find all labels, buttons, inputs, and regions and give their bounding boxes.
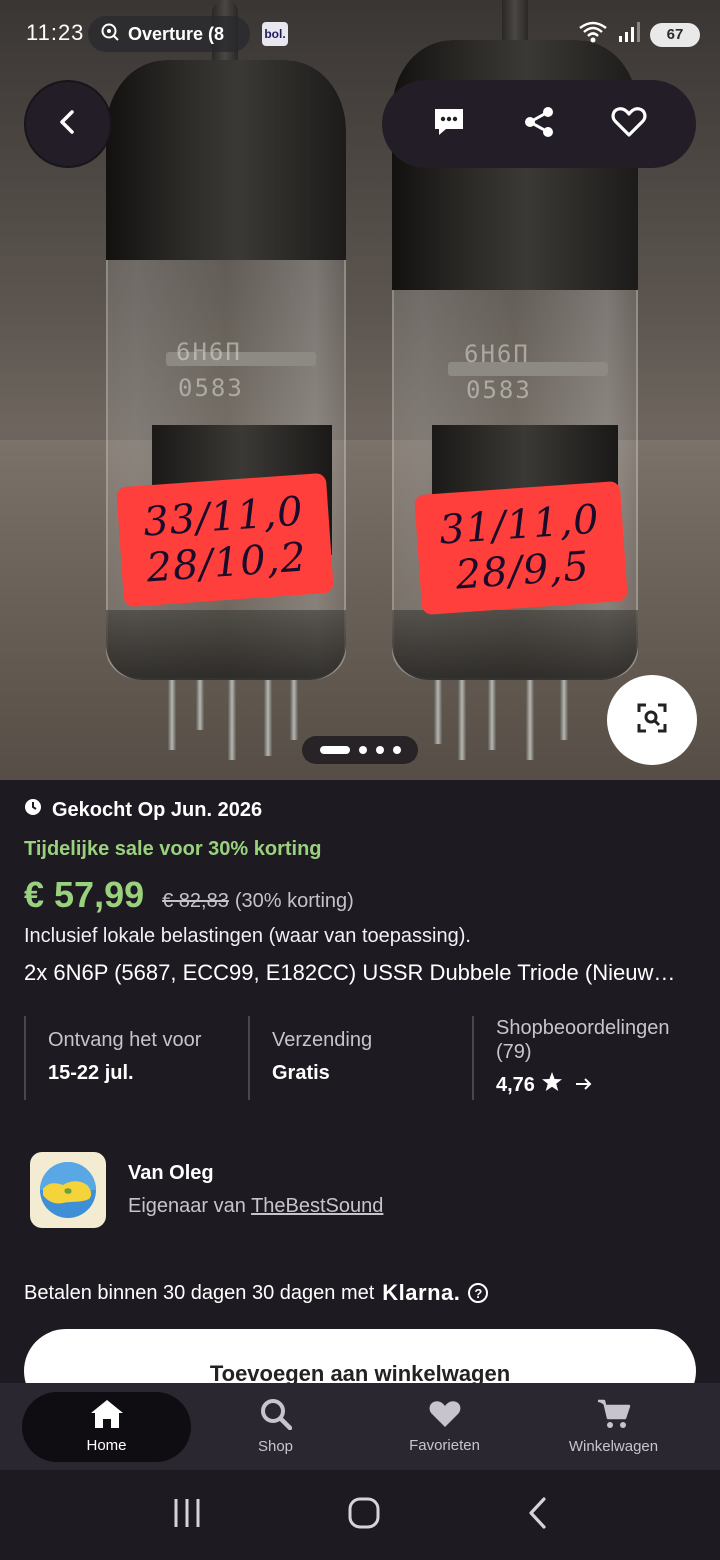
sticker-right: 31/11,0 28/9,5 — [414, 480, 628, 616]
purchased-text: Gekocht Op Jun. 2026 — [52, 798, 263, 821]
sticker-right-line2: 28/9,5 — [454, 543, 592, 599]
shop-avatar[interactable] — [30, 1152, 106, 1228]
pager-dot-active[interactable] — [319, 746, 350, 754]
battery-indicator: 67 — [650, 22, 700, 47]
vacuum-tube-left: 6Н6П 0583 33/11,0 28/10,2 — [106, 0, 346, 680]
tube-serial-right: 0583 — [466, 376, 532, 404]
nav-favorites[interactable]: Favorieten — [360, 1392, 529, 1462]
product-details: Gekocht Op Jun. 2026 Tijdelijke sale voo… — [0, 780, 720, 1413]
recent-apps-button[interactable] — [172, 1497, 202, 1534]
delivery-value: 15-22 jul. — [48, 1062, 134, 1084]
chat-icon — [432, 106, 466, 143]
sticker-left-line2: 28/10,2 — [144, 534, 309, 592]
back-button[interactable] — [24, 80, 112, 168]
star-icon — [541, 1072, 563, 1098]
current-price: € 57,99 — [24, 874, 145, 915]
nav-favorites-label: Favorieten — [409, 1437, 480, 1454]
signal-icon — [618, 21, 640, 48]
image-pager[interactable] — [302, 736, 418, 764]
status-time: 11:23 — [26, 20, 85, 45]
shipping-info: Verzending Gratis — [248, 1016, 472, 1100]
nav-cart[interactable]: Winkelwagen — [529, 1392, 698, 1462]
arrow-right-icon — [575, 1074, 593, 1097]
tube-print-right: 6Н6П — [464, 340, 530, 368]
delivery-info: Ontvang het voor 15-22 jul. — [24, 1016, 248, 1100]
visual-search-button[interactable] — [607, 675, 697, 765]
notification-app-name: Overture (8 — [128, 23, 225, 44]
status-bar: 11:23 Overture (8 bol. 67 — [0, 0, 720, 70]
reviews-value-row[interactable]: 4,76 — [496, 1072, 696, 1098]
favorite-button[interactable] — [601, 96, 657, 152]
shipping-value: Gratis — [272, 1062, 330, 1084]
pager-dot[interactable] — [358, 746, 367, 754]
delivery-label: Ontvang het voor — [48, 1029, 202, 1051]
back-system-button[interactable] — [526, 1496, 548, 1535]
seller-card[interactable]: Van Oleg Eigenaar van TheBestSound — [30, 1152, 383, 1228]
pager-dot[interactable] — [392, 746, 401, 754]
tube-serial-left: 0583 — [178, 374, 244, 402]
cart-icon — [597, 1398, 631, 1434]
system-navigation-bar — [0, 1470, 720, 1560]
original-price: € 82,83 — [162, 890, 229, 912]
info-grid: Ontvang het voor 15-22 jul. Verzending G… — [24, 1016, 696, 1100]
chevron-left-icon — [56, 108, 80, 141]
nav-home[interactable]: Home — [22, 1391, 191, 1462]
price-row: € 57,99 € 82,83 (30% korting) — [24, 874, 354, 916]
search-icon — [100, 22, 120, 47]
bottom-navigation: Home Shop Favorieten Winkelwagen — [0, 1383, 720, 1470]
nav-shop-label: Shop — [257, 1438, 294, 1455]
klarna-logo: Klarna. — [382, 1280, 461, 1305]
tube-print-left: 6Н6П — [176, 338, 242, 366]
search-icon — [260, 1398, 292, 1434]
nav-home-label: Home — [86, 1437, 127, 1454]
home-icon — [90, 1399, 124, 1433]
help-icon[interactable]: ? — [468, 1283, 489, 1303]
shop-reviews-info[interactable]: Shopbeoordelingen (79) 4,76 — [472, 1016, 696, 1100]
discount-label: (30% korting) — [234, 890, 354, 912]
share-button[interactable] — [511, 96, 567, 152]
owner-prefix: Eigenaar van — [128, 1195, 246, 1217]
product-title[interactable]: 2x 6N6P (5687, ECC99, E182CC) USSR Dubbe… — [24, 960, 704, 986]
purchased-indicator: Gekocht Op Jun. 2026 — [24, 798, 262, 822]
tax-note: Inclusief lokale belastingen (waar van t… — [24, 925, 471, 947]
status-right-group: 67 — [578, 20, 700, 49]
heart-outline-icon — [611, 106, 647, 143]
shop-name-link[interactable]: TheBestSound — [251, 1195, 383, 1217]
shipping-label: Verzending — [272, 1029, 373, 1051]
share-icon — [522, 105, 556, 144]
reviews-label: Shopbeoordelingen (79) — [496, 1017, 670, 1063]
seller-name: Van Oleg — [128, 1162, 214, 1184]
image-action-group — [382, 80, 696, 168]
sale-text: Tijdelijke sale voor 30% korting — [24, 838, 322, 860]
reviews-value: 4,76 — [496, 1073, 535, 1096]
nav-shop[interactable]: Shop — [191, 1392, 360, 1462]
message-seller-button[interactable] — [421, 96, 477, 152]
sticker-left: 33/11,0 28/10,2 — [116, 472, 334, 608]
nav-cart-label: Winkelwagen — [568, 1438, 659, 1455]
seller-owner-line: Eigenaar van TheBestSound — [128, 1195, 383, 1218]
pager-dot[interactable] — [375, 746, 384, 754]
clock-icon — [24, 798, 42, 822]
seller-text: Van Oleg Eigenaar van TheBestSound — [128, 1162, 383, 1218]
home-system-button[interactable] — [347, 1496, 381, 1535]
bol-app-icon: bol. — [262, 22, 288, 46]
heart-icon — [428, 1399, 462, 1433]
scan-search-icon — [637, 703, 667, 738]
wifi-icon — [578, 20, 608, 49]
klarna-payment-info: Betalen binnen 30 dagen 30 dagen met Kla… — [24, 1280, 489, 1306]
klarna-text: Betalen binnen 30 dagen 30 dagen met — [24, 1281, 375, 1304]
notification-pill[interactable]: Overture (8 — [88, 16, 250, 52]
